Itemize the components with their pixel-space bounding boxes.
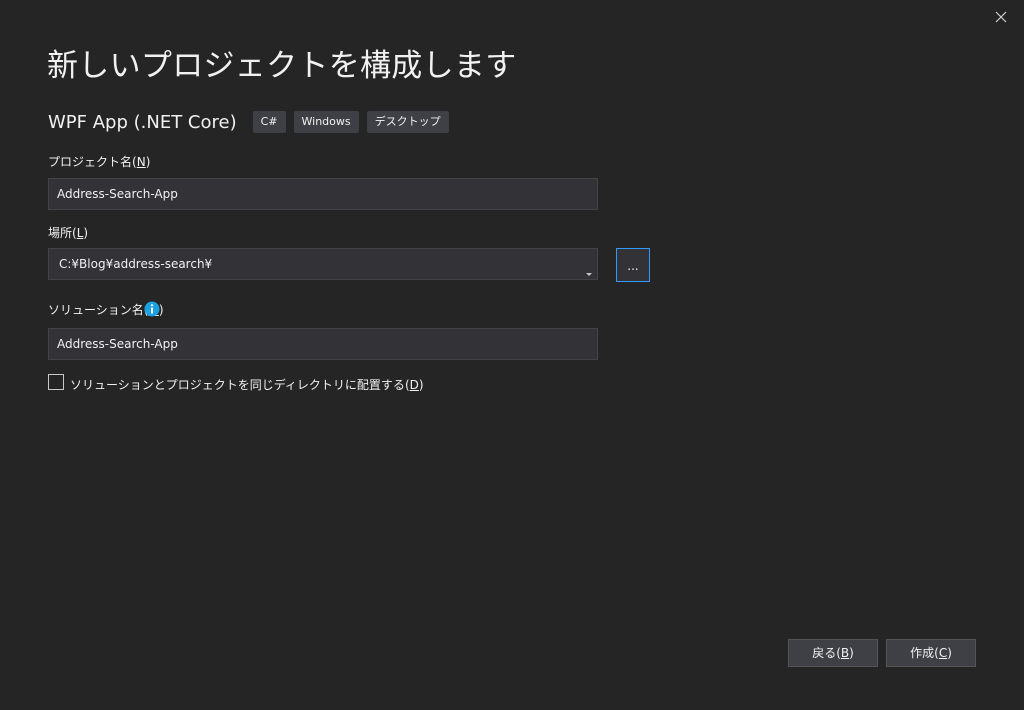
- tag-project-type: デスクトップ: [366, 111, 449, 133]
- close-button[interactable]: [990, 6, 1012, 28]
- create-button[interactable]: 作成(C): [886, 639, 976, 667]
- same-directory-checkbox[interactable]: [48, 374, 64, 390]
- location-combobox[interactable]: C:¥Blog¥address-search¥: [48, 248, 598, 280]
- solution-name-field[interactable]: [48, 328, 598, 360]
- close-icon: [995, 11, 1007, 23]
- project-name-field[interactable]: [48, 178, 598, 210]
- location-value: C:¥Blog¥address-search¥: [59, 257, 213, 271]
- project-name-input[interactable]: [49, 179, 597, 209]
- page-title: 新しいプロジェクトを構成します: [47, 48, 517, 84]
- browse-button[interactable]: ...: [616, 248, 650, 282]
- solution-name-input[interactable]: [49, 329, 597, 359]
- tag-platform: Windows: [293, 111, 359, 133]
- project-name-label: プロジェクト名(N): [48, 155, 151, 169]
- location-label: 場所(L): [48, 226, 89, 240]
- info-icon[interactable]: [144, 301, 160, 317]
- tag-language: C#: [252, 111, 286, 133]
- template-info: WPF App (.NET Core) C# Windows デスクトップ: [48, 110, 457, 134]
- template-name: WPF App (.NET Core): [48, 111, 237, 133]
- same-directory-label[interactable]: ソリューションとプロジェクトを同じディレクトリに配置する(D): [70, 376, 424, 393]
- chevron-down-icon[interactable]: [585, 262, 593, 281]
- back-button[interactable]: 戻る(B): [788, 639, 878, 667]
